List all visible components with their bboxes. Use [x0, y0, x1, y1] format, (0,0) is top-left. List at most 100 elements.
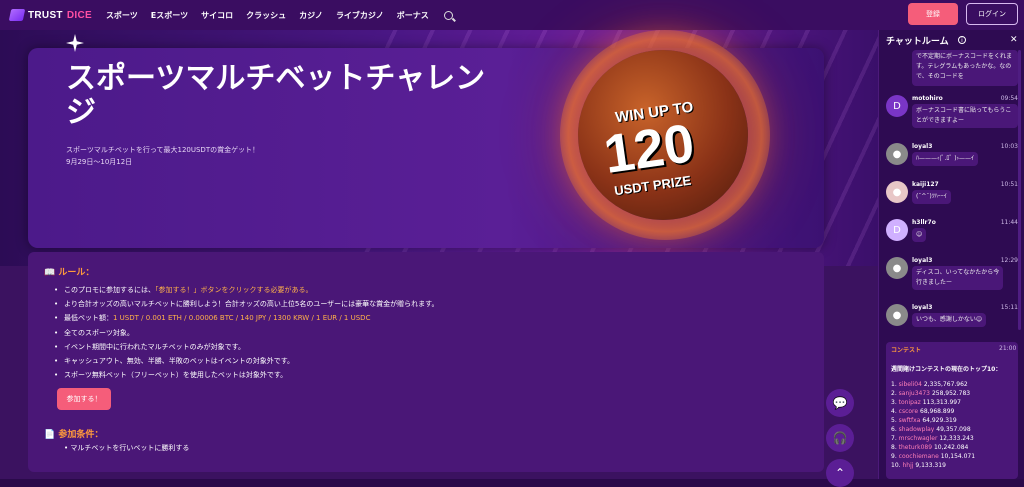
avatar[interactable]: ●: [886, 181, 908, 203]
avatar[interactable]: D: [886, 95, 908, 117]
contest-title: コンテスト: [891, 347, 922, 354]
chat-bubble-icon[interactable]: 💬: [826, 389, 854, 417]
chat-username[interactable]: loyal3: [912, 257, 932, 264]
nav-casino[interactable]: カジノ: [299, 10, 323, 21]
contest-subtitle: 週間賭けコンテストの現在のトップ10：: [891, 366, 1002, 373]
rule-item: より合計オッズの高いマルチベットに勝利しよう！合計オッズの高い上位5名のユーザー…: [54, 297, 804, 311]
conditions-title-text: 参加条件：: [58, 430, 104, 440]
chat-time: 09:54: [1000, 95, 1018, 102]
close-icon[interactable]: ✕: [1010, 35, 1018, 45]
contest-time: 21:00: [999, 345, 1017, 352]
contest-amount: 2,335,767.962: [923, 381, 968, 388]
chat-username[interactable]: kaiji127: [912, 181, 939, 188]
top-nav: TRUST DICE スポーツ Eスポーツ サイコロ クラッシュ カジノ ライブカ…: [0, 0, 1024, 30]
chat-message-text: いつも、感謝しかない☺: [912, 313, 987, 327]
chat-line: 行きましたー: [916, 279, 953, 286]
rank: 3.: [891, 399, 897, 406]
avatar[interactable]: ●: [886, 143, 908, 165]
info-icon[interactable]: i: [958, 36, 966, 44]
chat-message-text: ﾊ———‹(ﾟ.ﾛﾟ )›——ｲ: [912, 152, 978, 166]
rule-text: より合計オッズの高いマルチベットに勝利しよう！合計オッズの高い上位5名のユーザー…: [64, 300, 439, 309]
rank: 6.: [891, 426, 897, 433]
contest-amount: 68,968.899: [920, 408, 955, 415]
condition-item: • マルチベットを行いベットに勝利する: [64, 444, 190, 452]
avatar[interactable]: D: [886, 219, 908, 241]
rule-text: このプロモに参加するには、: [64, 286, 155, 294]
contest-amount: 9,133.319: [915, 462, 946, 469]
join-button[interactable]: 参加する！: [57, 388, 111, 410]
contest-row: 1. sibeli04 2,335,767.962: [891, 381, 968, 388]
contest-user[interactable]: hhjj: [902, 462, 913, 469]
chat-message: D h3llr7o 11:44 ☺: [886, 219, 1020, 247]
condition-text: マルチベットを行いベットに勝利する: [70, 444, 190, 452]
contest-row: 7. mrschwagler 12,333.243: [891, 435, 974, 442]
contest-user[interactable]: theturk089: [899, 444, 932, 451]
scroll-up-icon[interactable]: ⌃: [826, 459, 854, 487]
contest-amount: 12,333.243: [939, 435, 974, 442]
chat-time: 10:03: [1000, 143, 1018, 150]
contest-row: 3. tonipaz 113,313.997: [891, 399, 961, 406]
contest-row: 8. theturk089 10,242.084: [891, 444, 968, 451]
nav-live-casino[interactable]: ライブカジノ: [336, 10, 384, 21]
avatar[interactable]: ●: [886, 304, 908, 326]
rank: 8.: [891, 444, 897, 451]
rule-highlight: 1 USDT / 0.001 ETH / 0.00006 BTC / 140 J…: [113, 314, 371, 323]
contest-user[interactable]: tonipaz: [899, 399, 921, 406]
rule-text: キャッシュアウト、無効、半勝、半敗のベットはイベントの対象外です。: [64, 357, 295, 366]
contest-user[interactable]: sibeli04: [899, 381, 922, 388]
chat-message-text: で不定期にボーナスコードをくれます。テレグラムもあったかな。なので、そのコードを: [912, 50, 1018, 86]
chat-time: 11:44: [1000, 219, 1018, 226]
contest-user[interactable]: swftfxa: [899, 417, 921, 424]
nav-esports[interactable]: Eスポーツ: [151, 10, 188, 21]
rule-text: イベント期間中に行われたマルチベットのみが対象です。: [64, 342, 245, 351]
contest-amount: 10,242.084: [933, 444, 969, 451]
hero-title: スポーツマルチベットチャレンジ: [66, 62, 486, 129]
rules-title: 📖 ルール：: [44, 268, 95, 278]
rule-item: イベント期間中に行われたマルチベットのみが対象です。: [54, 340, 804, 354]
rank: 7.: [891, 435, 897, 442]
conditions-title: 📄 参加条件：: [44, 430, 104, 440]
rule-item: 全てのスポーツ対象。: [54, 326, 804, 340]
headset-icon[interactable]: 🎧: [826, 424, 854, 452]
rule-text: 全てのスポーツ対象。: [64, 328, 134, 337]
contest-amount: 113,313.997: [922, 399, 961, 406]
chat-message: ● loyal3 10:03 ﾊ———‹(ﾟ.ﾛﾟ )›——ｲ: [886, 143, 1020, 171]
chat-message-text: ☺: [912, 228, 927, 242]
rank: 10.: [891, 462, 901, 469]
register-button[interactable]: 登録: [908, 3, 958, 25]
login-button[interactable]: ログイン: [966, 3, 1018, 25]
contest-amount: 10,154.071: [940, 453, 976, 460]
rule-text: 最低ベット額：: [64, 314, 113, 323]
contest-amount: 258,952.783: [931, 390, 971, 397]
chat-title: チャットルーム: [886, 37, 949, 47]
contest-user[interactable]: sanju3473: [899, 390, 930, 397]
chat-message-text: (¯^¯)ﾂﾊｰｰｲ: [912, 190, 951, 204]
nav-dice[interactable]: サイコロ: [201, 10, 233, 21]
rule-item: このプロモに参加するには、「参加する！」ボタンをクリックする必要がある。: [54, 283, 804, 297]
search-icon[interactable]: [443, 10, 453, 20]
avatar[interactable]: ●: [886, 257, 908, 279]
rules-list: このプロモに参加するには、「参加する！」ボタンをクリックする必要がある。 より合…: [54, 283, 804, 383]
sparkle-icon: [66, 34, 84, 52]
contest-user[interactable]: shadowplay: [899, 426, 935, 433]
contest-row: 4. cscore 68,968.899: [891, 408, 954, 415]
contest-user[interactable]: coochiemane: [899, 453, 939, 460]
rank: 9.: [891, 453, 897, 460]
rank: 4.: [891, 408, 897, 415]
nav-sports[interactable]: スポーツ: [106, 10, 138, 21]
rules-title-text: ルール：: [58, 268, 95, 278]
chat-time: 15:11: [1000, 304, 1018, 311]
logo[interactable]: TRUST DICE: [8, 9, 92, 21]
rank: 5.: [891, 417, 897, 424]
chat-username[interactable]: motohiro: [912, 95, 943, 102]
chat-username[interactable]: loyal3: [912, 304, 932, 311]
contest-user[interactable]: cscore: [899, 408, 918, 415]
chat-line: ディスコ、いってなかたから今: [916, 269, 1000, 276]
chat-username[interactable]: loyal3: [912, 143, 932, 150]
contest-row: 2. sanju3473 258,952.783: [891, 390, 970, 397]
nav-crash[interactable]: クラッシュ: [246, 10, 286, 21]
rule-item: 最低ベット額：1 USDT / 0.001 ETH / 0.00006 BTC …: [54, 311, 804, 325]
contest-user[interactable]: mrschwagler: [899, 435, 938, 442]
nav-bonus[interactable]: ボーナス: [397, 10, 429, 21]
chat-username[interactable]: h3llr7o: [912, 219, 936, 226]
